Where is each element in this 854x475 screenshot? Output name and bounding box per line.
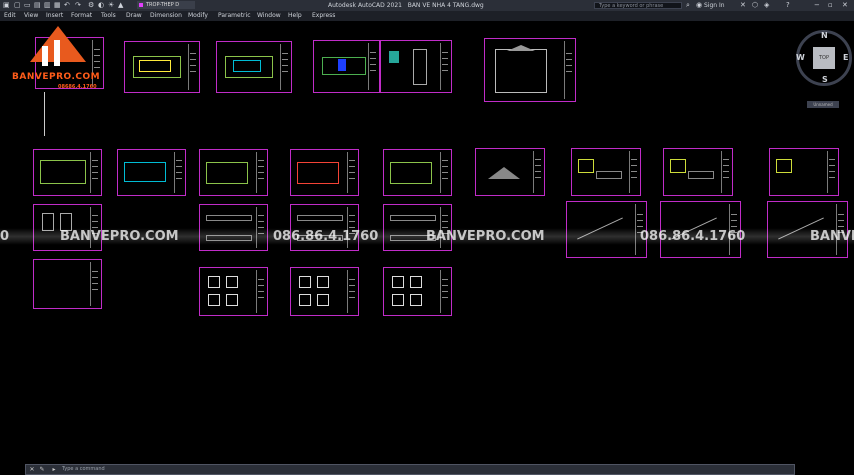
command-line[interactable]: ✕ ✎ ▸ Type a command xyxy=(25,464,795,475)
open-icon[interactable]: ▭ xyxy=(24,1,31,10)
drawing-sheet[interactable] xyxy=(290,149,359,196)
compass-east[interactable]: E xyxy=(843,53,848,62)
drawing-sheet[interactable] xyxy=(33,259,102,309)
drawing-sheet[interactable] xyxy=(124,41,200,93)
drawing-sheet[interactable] xyxy=(290,267,359,316)
menu-parametric[interactable]: Parametric xyxy=(218,11,251,21)
menu-modify[interactable]: Modify xyxy=(188,11,208,21)
close-icon[interactable]: ✕ xyxy=(28,465,36,474)
layer-state-icon[interactable]: ◐ xyxy=(98,1,104,10)
window-title: Autodesk AutoCAD 2021 BAN VE NHA 4 TANG.… xyxy=(328,0,484,11)
menu-view[interactable]: View xyxy=(24,11,38,21)
menu-draw[interactable]: Draw xyxy=(126,11,142,21)
watermark-text: BANVE xyxy=(810,229,854,244)
drawing-sheet[interactable] xyxy=(475,148,545,196)
connect-icon[interactable]: ◈ xyxy=(764,1,769,10)
wcs-menu[interactable]: Unnamed xyxy=(807,101,839,108)
title-bar: ▣ ▢ ▭ ▤ ▥ ▦ ↶ ↷ ⚙ ◐ ☀ ▲ TROP-THEP D Auto… xyxy=(0,0,854,11)
watermark-text: 0 xyxy=(0,229,10,244)
close-icon[interactable]: ✕ xyxy=(842,1,848,10)
watermark-text: BANVEPRO.COM xyxy=(60,229,179,244)
watermark-text: BANVEPRO.COM xyxy=(426,229,545,244)
banvepro-logo: BANVEPRO.COM 08686.4.1760 xyxy=(12,22,104,92)
search-placeholder: Type a keyword or phrase xyxy=(599,3,664,9)
logo-brand: BANVEPRO.COM xyxy=(12,72,101,82)
drawing-sheet[interactable] xyxy=(380,40,452,93)
drawing-sheet[interactable] xyxy=(199,149,268,196)
watermark-phone: 086.86.4.1760 xyxy=(273,229,379,244)
compass-south[interactable]: S xyxy=(822,75,828,84)
undo-icon[interactable]: ↶ xyxy=(64,1,70,10)
user-icon: ◉ xyxy=(696,1,703,9)
help-icon[interactable]: ? xyxy=(786,1,790,10)
search-input[interactable]: Type a keyword or phrase xyxy=(594,2,682,9)
layer-name: TROP-THEP D xyxy=(146,2,180,8)
plot-icon[interactable]: ▦ xyxy=(54,1,61,10)
menu-dimension[interactable]: Dimension xyxy=(150,11,182,21)
restore-icon[interactable]: ▫ xyxy=(828,1,833,10)
app-menu-icon[interactable]: ▣ xyxy=(3,1,10,10)
file-title: BAN VE NHA 4 TANG.dwg xyxy=(407,2,484,9)
drawing-sheet[interactable] xyxy=(769,148,839,196)
search-icon[interactable]: ⌕ xyxy=(686,1,690,10)
viewcube-top[interactable]: TOP xyxy=(813,47,835,69)
menu-help[interactable]: Help xyxy=(288,11,302,21)
lock-icon[interactable]: ▲ xyxy=(118,1,123,10)
redo-icon[interactable]: ↷ xyxy=(75,1,81,10)
drawing-sheet[interactable] xyxy=(117,149,186,196)
menu-tools[interactable]: Tools xyxy=(101,11,116,21)
logo-phone: 08686.4.1760 xyxy=(58,84,97,90)
drawing-sheet[interactable] xyxy=(313,40,380,93)
drawing-sheet[interactable] xyxy=(484,38,576,102)
saveas-icon[interactable]: ▥ xyxy=(44,1,51,10)
compass-north[interactable]: N xyxy=(821,31,828,40)
menu-express[interactable]: Express xyxy=(312,11,335,21)
drawing-sheet[interactable] xyxy=(383,267,452,316)
a360-icon[interactable]: ⬡ xyxy=(752,1,758,10)
drawing-sheet[interactable] xyxy=(216,41,292,93)
sun-icon[interactable]: ☀ xyxy=(108,1,114,10)
wrench-icon[interactable]: ✎ xyxy=(38,465,46,474)
minimize-icon[interactable]: − xyxy=(814,1,820,10)
drawing-sheet[interactable] xyxy=(571,148,641,196)
watermark-phone: 086.86.4.1760 xyxy=(640,229,746,244)
ucs-line xyxy=(44,92,45,136)
viewcube[interactable]: TOP N S E W xyxy=(796,30,852,86)
save-icon[interactable]: ▤ xyxy=(34,1,41,10)
compass-west[interactable]: W xyxy=(796,53,805,62)
drawing-sheet[interactable] xyxy=(663,148,733,196)
watermark-band: 0 BANVEPRO.COM 086.86.4.1760 BANVEPRO.CO… xyxy=(0,228,854,245)
drawing-sheet[interactable] xyxy=(33,149,102,196)
menu-window[interactable]: Window xyxy=(257,11,281,21)
workspace-icon[interactable]: ⚙ xyxy=(88,1,94,10)
chevron-icon[interactable]: ▸ xyxy=(50,465,58,474)
app-title: Autodesk AutoCAD 2021 xyxy=(328,2,402,9)
new-icon[interactable]: ▢ xyxy=(14,1,21,10)
layer-dropdown[interactable]: TROP-THEP D xyxy=(137,1,195,9)
menu-edit[interactable]: Edit xyxy=(4,11,16,21)
menu-bar: Edit View Insert Format Tools Draw Dimen… xyxy=(0,11,854,21)
sign-in-link[interactable]: Sign In xyxy=(704,1,725,10)
command-input[interactable]: Type a command xyxy=(62,465,105,474)
menu-format[interactable]: Format xyxy=(71,11,92,21)
menu-insert[interactable]: Insert xyxy=(46,11,63,21)
exchange-icon[interactable]: ✕ xyxy=(740,1,746,10)
drawing-sheet[interactable] xyxy=(199,267,268,316)
drawing-sheet[interactable] xyxy=(383,149,452,196)
